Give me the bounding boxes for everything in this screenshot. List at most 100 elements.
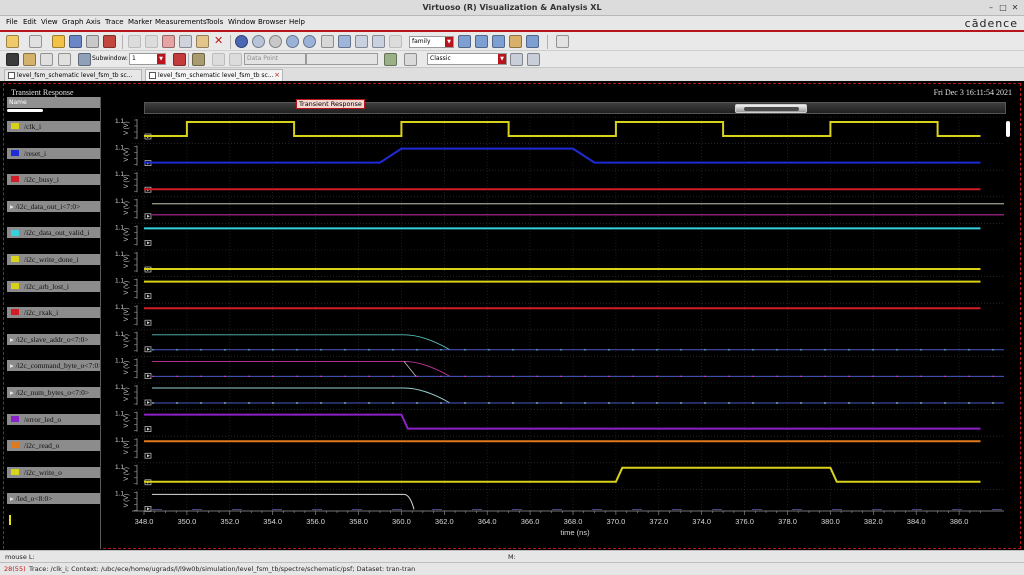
close-window-icon[interactable]: ✕ <box>1010 3 1020 12</box>
minimize-icon[interactable]: – <box>986 3 996 12</box>
graph-window: Transient Response Fri Dec 3 16:11:54 20… <box>3 83 1021 549</box>
waveform-tab-icon <box>149 72 156 79</box>
new-window-icon[interactable] <box>6 35 19 48</box>
undo-icon[interactable] <box>128 35 141 48</box>
zoom-out-icon[interactable] <box>303 35 316 48</box>
paste-icon[interactable] <box>196 35 209 48</box>
toolbar-separator <box>188 53 189 67</box>
x-tick-label: 350.0 <box>178 517 197 526</box>
x-tick-label: 376.0 <box>735 517 754 526</box>
zoom-box-icon[interactable] <box>338 35 351 48</box>
zoom-x-icon[interactable] <box>321 35 334 48</box>
y-axis-label: V (V) <box>124 121 130 135</box>
copy-icon[interactable] <box>179 35 192 48</box>
x-tick-label: 374.0 <box>692 517 711 526</box>
fit-icon[interactable] <box>269 35 282 48</box>
status-context: Trace: /clk_i; Context: /ubc/ece/home/ug… <box>29 565 416 573</box>
y-tick-label: 1.1 <box>115 384 124 391</box>
x-tick-label: 366.0 <box>521 517 540 526</box>
menu-trace[interactable]: Trace <box>105 18 124 26</box>
layout-icon[interactable] <box>58 53 71 66</box>
window-title: Virtuoso (R) Visualization & Analysis XL <box>422 3 602 12</box>
tab-waveform-1[interactable]: level_fsm_schematic level_fsm_tb sc... <box>4 69 142 81</box>
composite-icon[interactable] <box>475 35 488 48</box>
x-tick-label: 370.0 <box>607 517 626 526</box>
context-status-bar: 28(55) Trace: /clk_i; Context: /ubc/ece/… <box>0 562 1024 575</box>
menu-browser[interactable]: Browser <box>258 18 286 26</box>
print-icon[interactable] <box>86 35 99 48</box>
clear-graph-icon[interactable] <box>527 53 540 66</box>
chevron-down-icon[interactable]: ▼ <box>157 54 165 64</box>
trace-marker-arrow-icon <box>147 454 150 458</box>
style-combo-value: Classic <box>430 55 451 62</box>
style-combo[interactable]: Classic ▼ <box>427 53 507 65</box>
split-icon[interactable] <box>492 35 505 48</box>
family-combo[interactable]: family ▼ <box>409 36 454 48</box>
trace-line[interactable] <box>144 121 981 137</box>
marker-next-icon[interactable] <box>229 53 242 66</box>
menu-help[interactable]: Help <box>289 18 305 26</box>
legend-icon[interactable] <box>40 53 53 66</box>
copy-graph-icon[interactable] <box>510 53 523 66</box>
waveform-plot[interactable]: 1.1 V (V)1.1 V (V)1.1 V (V)1.1 V (V)1.1 V (V)… <box>4 84 1022 550</box>
cut-icon[interactable] <box>162 35 175 48</box>
overlay-icon[interactable] <box>526 35 539 48</box>
pointer-icon[interactable] <box>6 53 19 66</box>
menu-measurements[interactable]: Measurements <box>155 18 207 26</box>
menu-file[interactable]: File <box>6 18 18 26</box>
menu-axis[interactable]: Axis <box>86 18 101 26</box>
y-axis-label: V (V) <box>124 414 130 428</box>
trace-line[interactable] <box>144 466 981 483</box>
grid-icon[interactable] <box>556 35 569 48</box>
camera-icon[interactable] <box>103 35 116 48</box>
data-point-value-field[interactable] <box>306 53 378 65</box>
family-combo-value: family <box>412 38 431 45</box>
menu-window[interactable]: Window <box>228 18 256 26</box>
y-tick-label: 1.1 <box>115 464 124 471</box>
data-point-combo[interactable]: Data Point <box>244 53 306 65</box>
zoom-y-icon[interactable] <box>355 35 368 48</box>
measure-icon[interactable] <box>384 53 397 66</box>
new-subwindow-icon[interactable] <box>29 35 42 48</box>
tab-waveform-2[interactable]: level_fsm_schematic level_fsm_tb sc... × <box>145 69 283 81</box>
menu-edit[interactable]: Edit <box>23 18 37 26</box>
chevron-down-icon[interactable]: ▼ <box>498 54 506 64</box>
x-tick-label: 384.0 <box>907 517 926 526</box>
maximize-icon[interactable]: □ <box>998 3 1008 12</box>
subwindow-combo[interactable]: 1 ▼ <box>129 53 166 65</box>
x-tick-label: 360.0 <box>392 517 411 526</box>
flag-icon[interactable] <box>173 53 186 66</box>
marker-prev-icon[interactable] <box>212 53 225 66</box>
menu-tools[interactable]: Tools <box>206 18 223 26</box>
properties-icon[interactable] <box>404 53 417 66</box>
subwindow-icon[interactable] <box>78 53 91 66</box>
bus-icon[interactable] <box>509 35 522 48</box>
zoom-xy-icon[interactable] <box>372 35 385 48</box>
trace-line[interactable] <box>144 413 981 430</box>
x-tick-label: 364.0 <box>478 517 497 526</box>
pan-icon[interactable] <box>389 35 402 48</box>
refresh-icon[interactable] <box>252 35 265 48</box>
zoom-in-icon[interactable] <box>286 35 299 48</box>
x-tick-label: 372.0 <box>649 517 668 526</box>
bus-bit-line <box>152 387 451 404</box>
trace-marker-arrow-icon <box>147 214 150 218</box>
save-icon[interactable] <box>69 35 82 48</box>
y-tick-label: 1.1 <box>115 118 124 125</box>
close-tab-icon[interactable]: × <box>274 70 280 81</box>
tab-label: level_fsm_schematic level_fsm_tb sc... <box>17 72 133 79</box>
redo-icon[interactable] <box>145 35 158 48</box>
delete-icon[interactable]: ✕ <box>214 34 223 47</box>
stop-icon[interactable] <box>235 35 248 48</box>
menu-marker[interactable]: Marker <box>128 18 152 26</box>
trace-marker-arrow-icon <box>147 321 150 325</box>
menu-view[interactable]: View <box>41 18 58 26</box>
trace-line[interactable] <box>144 147 981 164</box>
chevron-down-icon[interactable]: ▼ <box>445 37 453 47</box>
x-tick-label: 352.0 <box>220 517 239 526</box>
marker-mode-icon[interactable] <box>192 53 205 66</box>
crosshair-icon[interactable] <box>23 53 36 66</box>
open-folder-icon[interactable] <box>52 35 65 48</box>
menu-graph[interactable]: Graph <box>62 18 83 26</box>
strip-chart-icon[interactable] <box>458 35 471 48</box>
